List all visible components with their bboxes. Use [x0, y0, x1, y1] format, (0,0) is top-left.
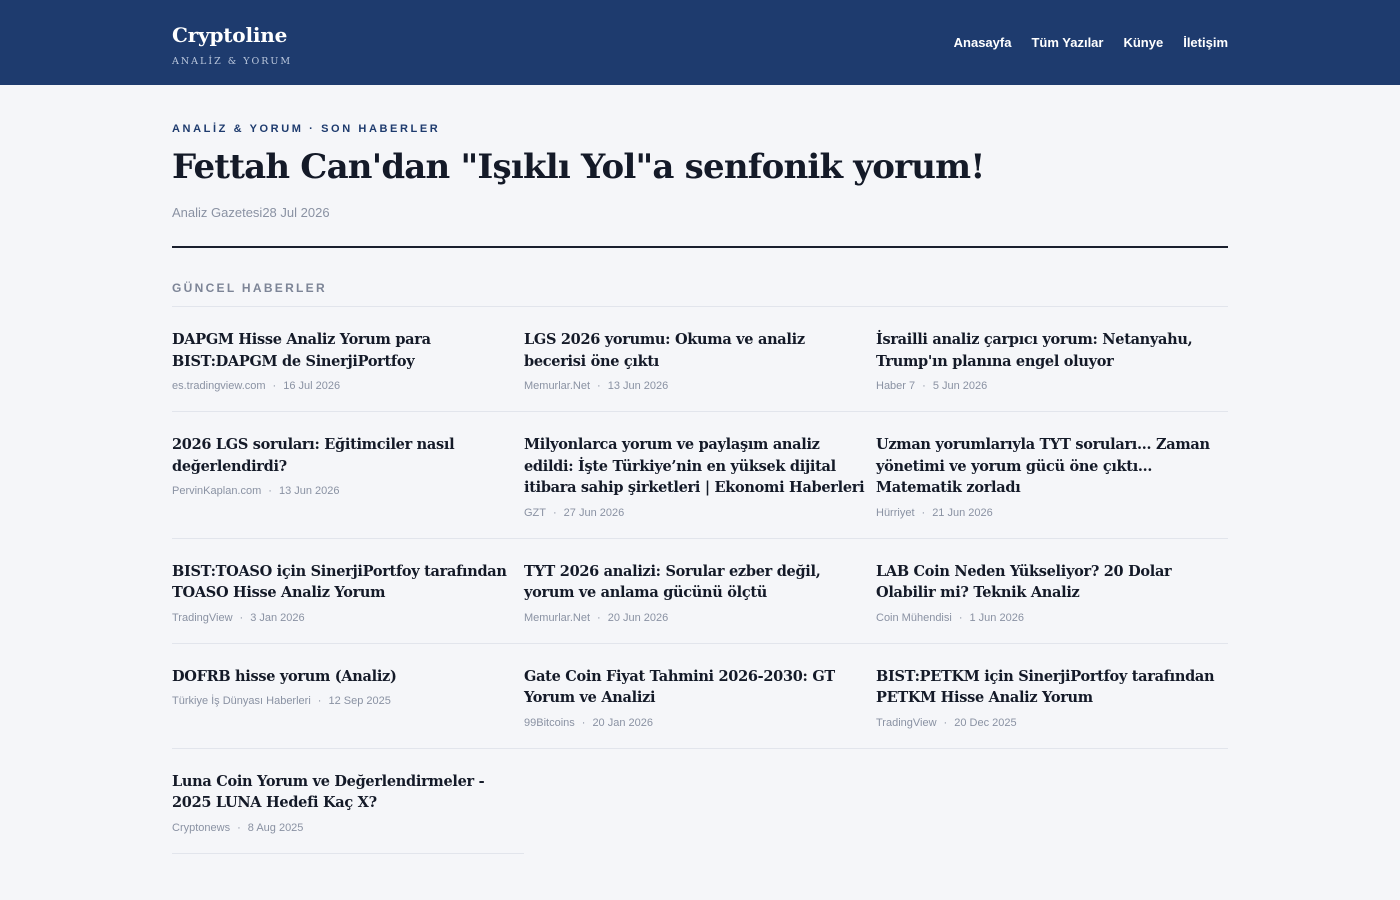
nav-link-home[interactable]: Anasayfa [954, 35, 1012, 50]
meta-separator: · [958, 611, 963, 624]
news-card-source: Coin Mühendisi [876, 611, 952, 624]
news-card-title[interactable]: Luna Coin Yorum ve Değerlendirmeler - 20… [172, 771, 514, 814]
header-inner: Cryptoline ANALİZ & YORUM Anasayfa Tüm Y… [172, 0, 1228, 85]
news-card-date: 12 Sep 2025 [328, 695, 391, 707]
meta-separator: · [581, 716, 586, 729]
news-card-date: 13 Jun 2026 [278, 485, 340, 497]
news-card-source: PervinKaplan.com [172, 485, 262, 497]
news-card[interactable]: LGS 2026 yorumu: Okuma ve analiz beceris… [524, 307, 876, 412]
news-card-meta: Coin Mühendisi · 1 Jun 2026 [876, 612, 1218, 624]
meta-separator: · [239, 611, 244, 624]
news-card-title[interactable]: 2026 LGS soruları: Eğitimciler nasıl değ… [172, 434, 514, 477]
news-card-source: es.tradingview.com [172, 380, 266, 392]
news-card-date: 1 Jun 2026 [969, 611, 1024, 624]
news-card-title[interactable]: Gate Coin Fiyat Tahmini 2026-2030: GT Yo… [524, 666, 866, 709]
nav-link-contact[interactable]: İletişim [1183, 35, 1228, 50]
news-card[interactable]: 2026 LGS soruları: Eğitimciler nasıl değ… [172, 412, 524, 539]
news-card-meta: 99Bitcoins · 20 Jan 2026 [524, 717, 866, 729]
news-card-meta: TradingView · 3 Jan 2026 [172, 612, 514, 624]
news-card-source: TradingView [876, 716, 937, 729]
news-card-source: 99Bitcoins [524, 716, 575, 729]
news-card-date: 16 Jul 2026 [283, 380, 341, 392]
news-card-title[interactable]: Uzman yorumlarıyla TYT soruları… Zaman y… [876, 434, 1218, 499]
news-card-meta: es.tradingview.com · 16 Jul 2026 [172, 380, 514, 392]
news-card-source: Cryptonews [172, 821, 231, 834]
article-title: Fettah Can'dan "Işıklı Yol"a senfonik yo… [172, 147, 985, 187]
news-card-date: 21 Jun 2026 [932, 506, 993, 519]
news-card[interactable]: Gate Coin Fiyat Tahmini 2026-2030: GT Yo… [524, 644, 876, 749]
meta-separator: · [553, 506, 557, 519]
news-grid: DAPGM Hisse Analiz Yorum para BIST:DAPGM… [172, 307, 1228, 854]
news-card-date: 13 Jun 2026 [607, 380, 669, 392]
news-card[interactable]: LAB Coin Neden Yükseliyor? 20 Dolar Olab… [876, 539, 1228, 644]
article-divider [172, 246, 1228, 248]
news-card-source: TradingView [172, 611, 233, 624]
news-card-source: Memurlar.Net [524, 611, 591, 624]
news-card[interactable]: TYT 2026 analizi: Sorular ezber değil, y… [524, 539, 876, 644]
news-card-date: 20 Dec 2025 [954, 716, 1017, 729]
news-card-title[interactable]: LAB Coin Neden Yükseliyor? 20 Dolar Olab… [876, 561, 1218, 604]
news-card-meta: Memurlar.Net · 13 Jun 2026 [524, 380, 866, 392]
news-card[interactable]: BIST:PETKM için SinerjiPortfoy tarafında… [876, 644, 1228, 749]
news-card-date: 27 Jun 2026 [563, 506, 625, 519]
news-card-title[interactable]: LGS 2026 yorumu: Okuma ve analiz beceris… [524, 329, 866, 372]
brand-name[interactable]: Cryptoline [172, 23, 292, 47]
meta-separator: · [268, 485, 272, 497]
news-card-title[interactable]: DOFRB hisse yorum (Analiz) [172, 666, 514, 688]
brand-tagline: ANALİZ & YORUM [172, 55, 293, 67]
meta-separator: · [237, 821, 241, 834]
brand[interactable]: Cryptoline ANALİZ & YORUM [172, 19, 292, 67]
news-card-meta: Memurlar.Net · 20 Jun 2026 [524, 612, 866, 624]
news-card-title[interactable]: İsrailli analiz çarpıcı yorum: Netanyahu… [876, 329, 1218, 372]
nav-link-imprint[interactable]: Künye [1123, 35, 1163, 50]
meta-separator: · [943, 716, 948, 729]
news-card-meta: Cryptonews · 8 Aug 2025 [172, 822, 514, 834]
article-meta: Analiz Gazetesi28 Jul 2026 [172, 205, 330, 220]
nav-link-all-posts[interactable]: Tüm Yazılar [1031, 35, 1103, 50]
news-card-source: GZT [524, 506, 546, 519]
section-title: GÜNCEL HABERLER [172, 281, 327, 295]
meta-separator: · [597, 380, 601, 392]
news-card-meta: GZT · 27 Jun 2026 [524, 507, 866, 519]
news-card-title[interactable]: DAPGM Hisse Analiz Yorum para BIST:DAPGM… [172, 329, 514, 372]
news-card[interactable]: DOFRB hisse yorum (Analiz) Türkiye İş Dün… [172, 644, 524, 749]
news-card-date: 20 Jan 2026 [592, 716, 653, 729]
news-card-date: 20 Jun 2026 [607, 611, 669, 624]
news-card-date: 8 Aug 2025 [247, 821, 304, 834]
news-card-title[interactable]: TYT 2026 analizi: Sorular ezber değil, y… [524, 561, 866, 604]
news-card[interactable]: Milyonlarca yorum ve paylaşım analiz edi… [524, 412, 876, 539]
meta-separator: · [921, 506, 926, 519]
news-card-title[interactable]: BIST:TOASO için SinerjiPortfoy tarafında… [172, 561, 514, 604]
news-card[interactable]: Luna Coin Yorum ve Değerlendirmeler - 20… [172, 749, 524, 854]
news-card-meta: Türkiye İş Dünyası Haberleri · 12 Sep 2025 [172, 695, 514, 707]
news-card-date: 5 Jun 2026 [932, 380, 988, 392]
news-card-title[interactable]: Milyonlarca yorum ve paylaşım analiz edi… [524, 434, 866, 499]
news-card[interactable]: DAPGM Hisse Analiz Yorum para BIST:DAPGM… [172, 307, 524, 412]
news-card-source: Memurlar.Net [524, 380, 591, 392]
news-card-meta: PervinKaplan.com · 13 Jun 2026 [172, 485, 514, 497]
news-card-meta: TradingView · 20 Dec 2025 [876, 717, 1218, 729]
news-card-source: Hürriyet [876, 506, 915, 519]
news-card-title[interactable]: BIST:PETKM için SinerjiPortfoy tarafında… [876, 666, 1218, 709]
news-card-source: Türkiye İş Dünyası Haberleri [172, 695, 311, 707]
news-card-meta: Haber 7 · 5 Jun 2026 [876, 380, 1218, 392]
meta-separator: · [272, 380, 277, 392]
main-content: ANALİZ & YORUM · SON HABERLER Fettah Can… [172, 123, 1228, 854]
site-header: Cryptoline ANALİZ & YORUM Anasayfa Tüm Y… [0, 0, 1400, 85]
news-card[interactable]: Uzman yorumlarıyla TYT soruları… Zaman y… [876, 412, 1228, 539]
news-card-date: 3 Jan 2026 [250, 611, 305, 624]
news-card-meta: Hürriyet · 21 Jun 2026 [876, 507, 1218, 519]
meta-separator: · [317, 695, 322, 707]
main-nav: Anasayfa Tüm Yazılar Künye İletişim [954, 35, 1228, 50]
meta-separator: · [597, 611, 601, 624]
meta-separator: · [922, 380, 926, 392]
news-card-source: Haber 7 [876, 380, 916, 392]
article-kicker: ANALİZ & YORUM · SON HABERLER [172, 123, 441, 135]
news-card[interactable]: BIST:TOASO için SinerjiPortfoy tarafında… [172, 539, 524, 644]
news-card[interactable]: İsrailli analiz çarpıcı yorum: Netanyahu… [876, 307, 1228, 412]
